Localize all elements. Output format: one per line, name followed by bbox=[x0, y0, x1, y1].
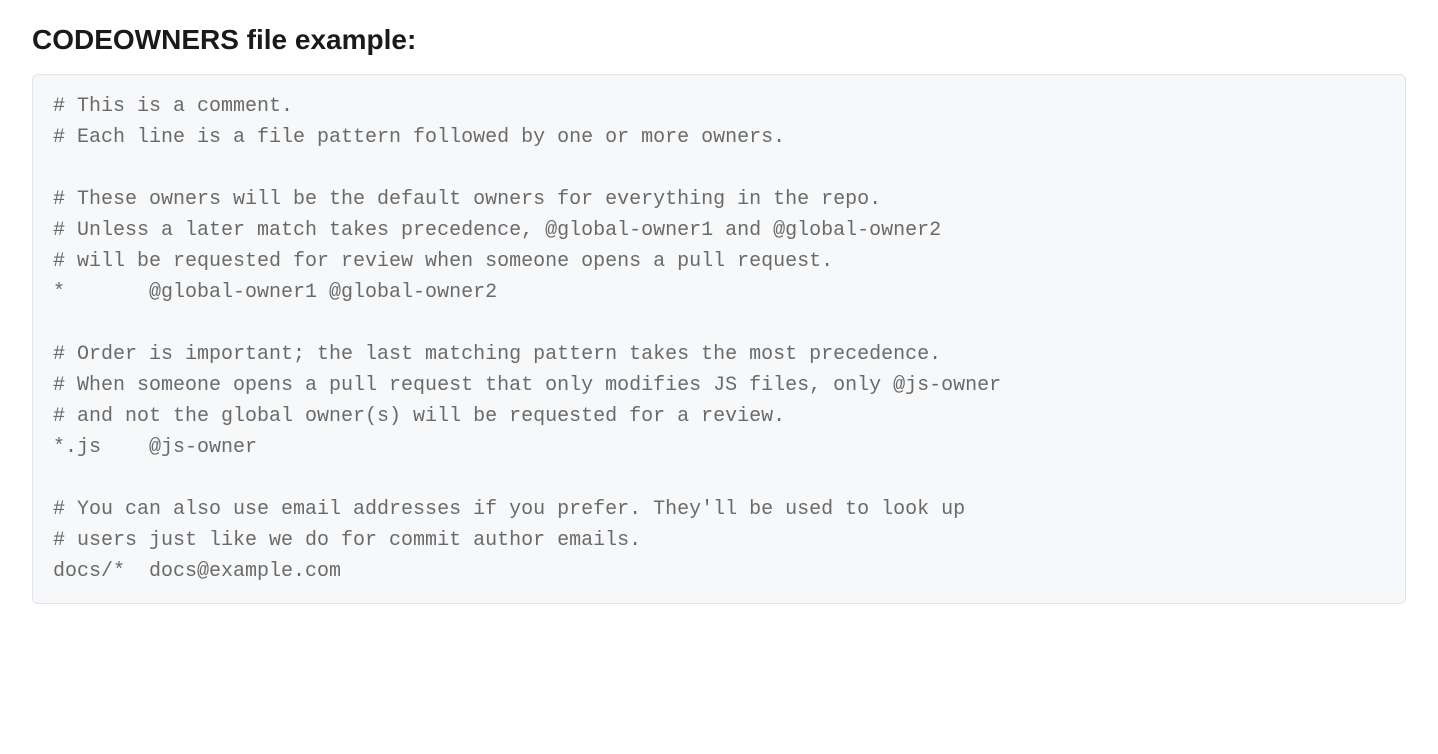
codeowners-example-block: # This is a comment. # Each line is a fi… bbox=[32, 74, 1406, 604]
section-heading: CODEOWNERS file example: bbox=[32, 24, 1406, 56]
